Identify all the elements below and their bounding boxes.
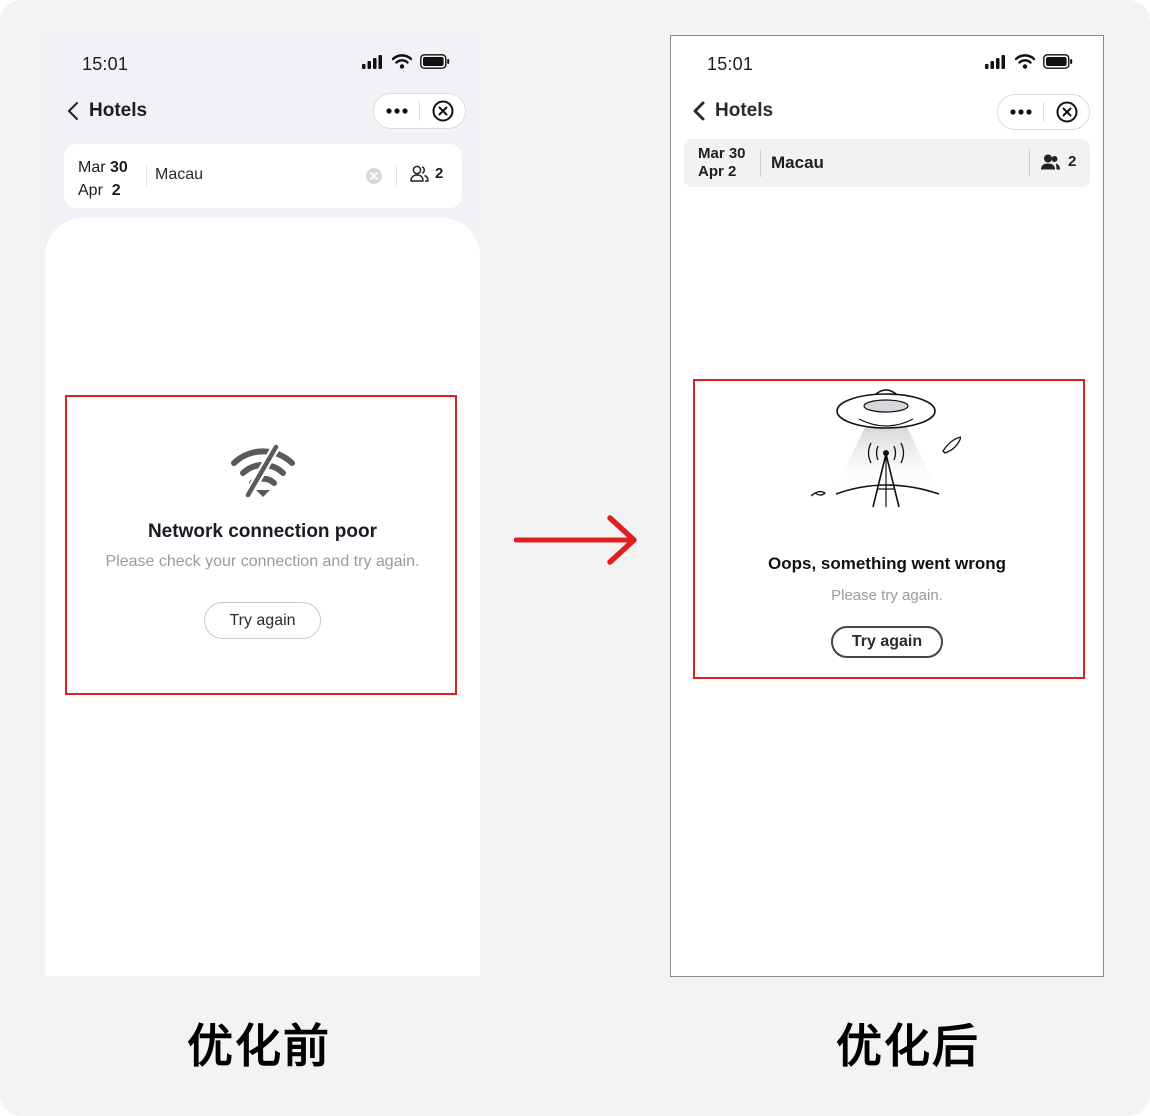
caption-before: 优化前 xyxy=(187,1019,331,1073)
checkin-date: Mar 30 xyxy=(698,145,746,162)
checkout-month: Apr xyxy=(78,182,103,199)
city-field[interactable]: Macau xyxy=(155,166,203,184)
city-field[interactable]: Macau xyxy=(771,153,824,173)
wifi-icon xyxy=(1015,54,1035,69)
back-button[interactable]: Hotels xyxy=(67,100,147,122)
status-icons xyxy=(985,54,1073,69)
checkin-day: 30 xyxy=(110,159,128,176)
divider xyxy=(1029,149,1030,177)
try-again-button[interactable]: Try again xyxy=(204,602,321,639)
page-title: Hotels xyxy=(89,100,148,121)
status-time: 15:01 xyxy=(82,54,129,74)
guests-icon xyxy=(410,165,429,182)
more-icon xyxy=(1009,109,1032,115)
caption-after: 优化后 xyxy=(836,1019,980,1073)
checkout-day: 2 xyxy=(111,182,121,199)
error-title: Network connection poor xyxy=(147,521,378,542)
close-icon xyxy=(1056,101,1077,123)
more-button[interactable] xyxy=(998,95,1043,129)
error-subtitle: Please try again. xyxy=(831,587,943,604)
error-subtitle: Please check your connection and try aga… xyxy=(105,553,420,570)
no-wifi-icon xyxy=(231,443,295,499)
date-range[interactable]: Mar 30 Apr 2 xyxy=(78,156,128,202)
more-button[interactable] xyxy=(374,94,419,128)
divider xyxy=(396,166,397,186)
guests-count: 2 xyxy=(1068,153,1077,170)
search-summary-bar[interactable]: Mar 30 Apr 2 Macau 2 xyxy=(64,144,462,208)
divider xyxy=(760,149,761,177)
arrow-right-icon xyxy=(514,515,637,565)
comparison-canvas: 15:01 Hotels Mar 30 Apr 2 Macau 2 Networ… xyxy=(0,0,1150,1116)
antenna-illustration xyxy=(811,389,961,508)
mini-program-capsule xyxy=(997,94,1090,130)
close-icon xyxy=(432,100,453,122)
mini-program-capsule xyxy=(373,93,466,129)
back-chevron-icon xyxy=(68,102,78,120)
search-summary-bar[interactable]: Mar 30 Apr 2 Macau 2 xyxy=(684,139,1090,187)
content-area: Network connection poor Please check you… xyxy=(45,218,480,976)
page-title: Hotels xyxy=(715,100,774,121)
status-icons xyxy=(362,54,450,69)
clear-icon[interactable] xyxy=(366,168,382,184)
status-time: 15:01 xyxy=(707,54,754,74)
checkout-date: Apr 2 xyxy=(698,163,737,180)
guests-selector[interactable]: 2 xyxy=(1041,153,1076,170)
phone-before: 15:01 Hotels Mar 30 Apr 2 Macau 2 Networ… xyxy=(45,38,480,976)
signal-icon xyxy=(985,54,1005,69)
divider xyxy=(146,166,147,186)
close-button[interactable] xyxy=(1044,95,1089,129)
date-range[interactable]: Mar 30 Apr 2 xyxy=(698,145,746,181)
guests-selector[interactable]: 2 xyxy=(410,165,443,182)
battery-icon xyxy=(420,54,450,69)
more-icon xyxy=(385,108,408,114)
signal-icon xyxy=(362,54,382,69)
checkin-month: Mar xyxy=(78,159,106,176)
close-button[interactable] xyxy=(420,94,465,128)
error-title: Oops, something went wrong xyxy=(768,554,1006,573)
battery-icon xyxy=(1043,54,1073,69)
guests-count: 2 xyxy=(435,165,444,182)
back-button[interactable]: Hotels xyxy=(693,100,773,122)
guests-icon xyxy=(1041,154,1060,169)
try-again-button[interactable]: Try again xyxy=(831,626,943,658)
wifi-icon xyxy=(392,54,412,69)
back-chevron-icon xyxy=(693,101,705,121)
phone-after: 15:01 Hotels Mar 30 Apr 2 Macau 2 Oops, … xyxy=(670,35,1104,977)
